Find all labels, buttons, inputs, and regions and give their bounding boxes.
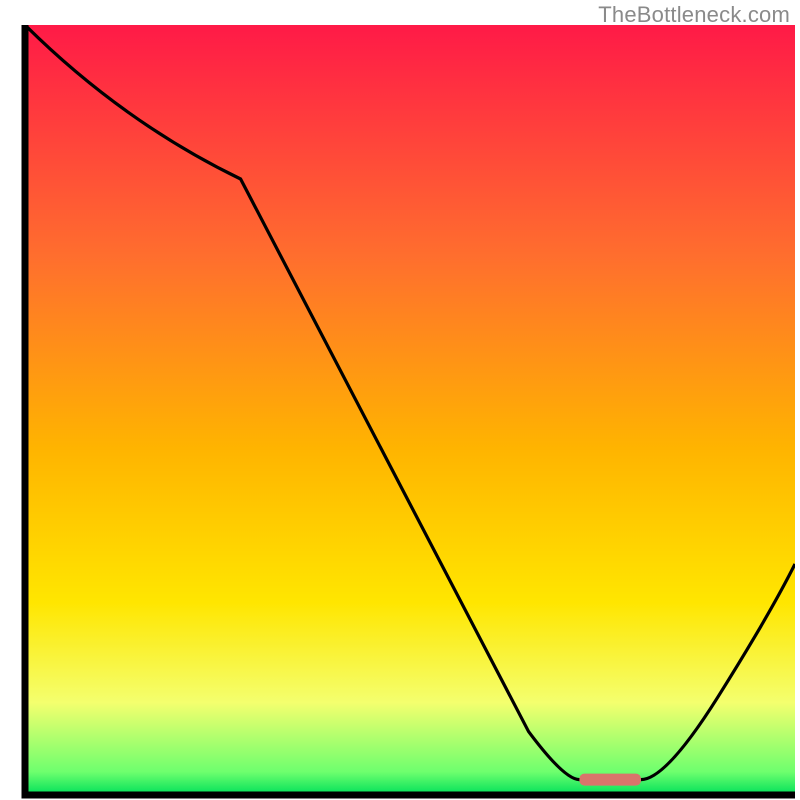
watermark-text: TheBottleneck.com	[598, 2, 790, 28]
chart-background-gradient	[25, 25, 795, 795]
chart-svg	[0, 0, 800, 800]
optimal-marker	[579, 774, 641, 786]
chart-container: TheBottleneck.com	[0, 0, 800, 800]
